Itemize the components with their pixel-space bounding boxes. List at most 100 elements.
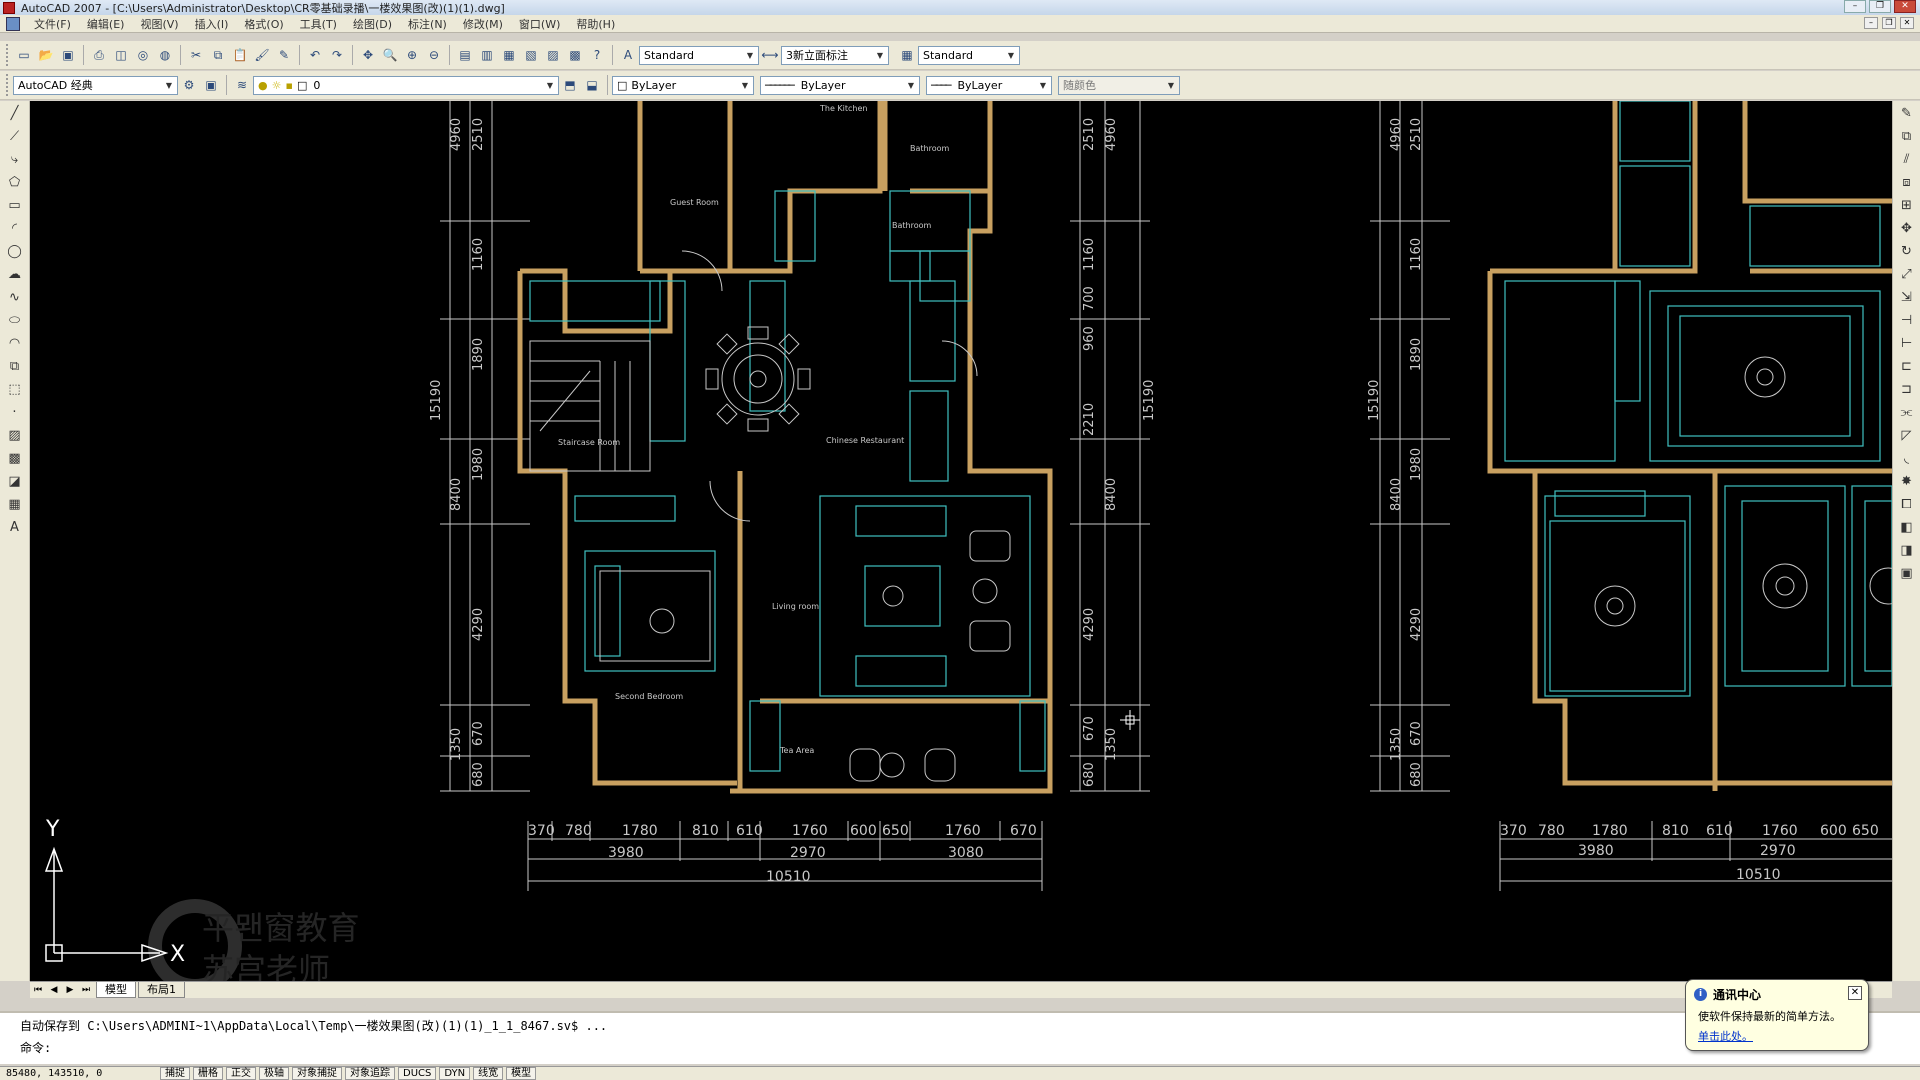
ortho-toggle[interactable]: 正交 [226,1067,256,1080]
multiline-text-icon[interactable]: A [4,517,26,537]
document-icon[interactable] [6,16,20,31]
balloon-link[interactable]: 单击此处。 [1694,1028,1860,1044]
menu-dimension[interactable]: 标注(N) [400,16,455,32]
bring-front-icon[interactable]: ◧ [1896,517,1918,537]
zoom-window-icon[interactable]: ⊕ [402,45,422,65]
paste-icon[interactable]: 📋 [230,45,250,65]
layer-properties-icon[interactable]: ≋ [232,75,252,95]
extend-icon[interactable]: ⊢ [1896,333,1918,353]
pan-icon[interactable]: ✥ [358,45,378,65]
dyn-toggle[interactable]: DYN [439,1067,471,1080]
polyline-icon[interactable]: ⤷ [4,149,26,169]
prev-tab-icon[interactable]: ◀ [46,985,62,995]
lineweight-select[interactable]: ──── ByLayer ▼ [926,75,1052,95]
arc-icon[interactable]: ◜ [4,218,26,238]
copy-icon[interactable]: ⧉ [208,45,228,65]
menu-insert[interactable]: 插入(I) [187,16,237,32]
close-icon[interactable]: ✕ [1848,986,1862,1000]
make-block-icon[interactable]: ⬚ [4,379,26,399]
draw-order-icon[interactable]: ⧠ [1896,494,1918,514]
polar-toggle[interactable]: 极轴 [259,1067,289,1080]
command-window[interactable]: 自动保存到 C:\Users\ADMINI~1\AppData\Local\Te… [0,1011,1920,1064]
break-point-icon[interactable]: ⊏ [1896,356,1918,376]
workspace-settings-icon[interactable]: ⚙ [179,75,199,95]
calculator-icon[interactable]: ▩ [565,45,585,65]
array-icon[interactable]: ⊞ [1896,195,1918,215]
group-icon[interactable]: ▣ [1896,563,1918,583]
rectangle-icon[interactable]: ▭ [4,195,26,215]
tool-palettes-icon[interactable]: ▦ [499,45,519,65]
line-icon[interactable]: ╱ [4,103,26,123]
erase-icon[interactable]: ✎ [1896,103,1918,123]
construction-line-icon[interactable]: ⟋ [4,126,26,146]
plot-icon[interactable]: ⎙ [89,45,109,65]
circle-icon[interactable]: ◯ [4,241,26,261]
tab-model[interactable]: 模型 [96,982,136,998]
zoom-previous-icon[interactable]: ⊖ [424,45,444,65]
menu-format[interactable]: 格式(O) [236,16,291,32]
hatch-icon[interactable]: ▨ [4,425,26,445]
communication-center-balloon[interactable]: i 通讯中心 ✕ 使软件保持最新的简单方法。 单击此处。 [1685,979,1869,1051]
fillet-icon[interactable]: ◟ [1896,448,1918,468]
match-properties-icon[interactable]: 🖌 [252,45,272,65]
dim-style-select[interactable]: 3新立面标注 ▼ [781,45,889,65]
redo-icon[interactable]: ↷ [327,45,347,65]
menu-window[interactable]: 窗口(W) [511,16,568,32]
autocad-app-icon[interactable] [3,1,15,14]
chamfer-icon[interactable]: ◸ [1896,425,1918,445]
insert-block-icon[interactable]: ⧉ [4,356,26,376]
table-style-select[interactable]: Standard ▼ [918,45,1020,65]
properties-icon[interactable]: ▤ [455,45,475,65]
scale-icon[interactable]: ⤢ [1896,264,1918,284]
osnap-toggle[interactable]: 对象捕捉 [292,1067,342,1080]
toolbar-grip[interactable] [6,44,10,66]
doc-minimize-button[interactable]: – [1864,17,1878,29]
menu-edit[interactable]: 编辑(E) [79,16,133,32]
make-current-layer-icon[interactable]: ⬒ [560,75,580,95]
last-tab-icon[interactable]: ⏭ [78,985,94,995]
ellipse-arc-icon[interactable]: ◠ [4,333,26,353]
trim-icon[interactable]: ⊣ [1896,310,1918,330]
mirror-icon[interactable]: ⫽ [1896,149,1918,169]
cut-icon[interactable]: ✂ [186,45,206,65]
model-toggle[interactable]: 模型 [506,1067,537,1080]
menu-tools[interactable]: 工具(T) [292,16,345,32]
menu-draw[interactable]: 绘图(D) [345,16,400,32]
grid-toggle[interactable]: 栅格 [193,1067,223,1080]
join-icon[interactable]: ⫘ [1896,402,1918,422]
zoom-realtime-icon[interactable]: 🔍 [380,45,400,65]
offset-icon[interactable]: ⧈ [1896,172,1918,192]
command-prompt[interactable]: 命令: [20,1038,1920,1060]
send-back-icon[interactable]: ◨ [1896,540,1918,560]
drawing-canvas[interactable]: 平뫤窗教育 苏宫老师 4960 2510 1160 1890 15190 198… [30,101,1892,981]
spline-icon[interactable]: ∿ [4,287,26,307]
doc-restore-button[interactable]: ❐ [1882,17,1896,29]
snap-toggle[interactable]: 捕捉 [160,1067,190,1080]
ducs-toggle[interactable]: DUCS [398,1067,437,1080]
undo-icon[interactable]: ↶ [305,45,325,65]
ellipse-icon[interactable]: ⬭ [4,310,26,330]
otrack-toggle[interactable]: 对象追踪 [345,1067,395,1080]
menu-view[interactable]: 视图(V) [132,16,186,32]
save-workspace-icon[interactable]: ▣ [201,75,221,95]
save-icon[interactable]: ▣ [58,45,78,65]
stretch-icon[interactable]: ⇲ [1896,287,1918,307]
block-editor-icon[interactable]: ✎ [274,45,294,65]
plot-preview-icon[interactable]: ◫ [111,45,131,65]
lineweight-toggle[interactable]: 线宽 [473,1067,504,1080]
close-button[interactable]: ✕ [1894,0,1916,13]
point-icon[interactable]: · [4,402,26,422]
layer-previous-icon[interactable]: ⬓ [582,75,602,95]
text-style-select[interactable]: Standard ▼ [639,45,759,65]
help-icon[interactable]: ? [587,45,607,65]
new-icon[interactable]: ▭ [14,45,34,65]
tab-layout1[interactable]: 布局1 [138,982,185,998]
doc-close-button[interactable]: ✕ [1900,17,1914,29]
color-select[interactable]: □ ByLayer ▼ [612,75,754,95]
publish-icon[interactable]: ◎ [133,45,153,65]
open-icon[interactable]: 📂 [36,45,56,65]
menu-modify[interactable]: 修改(M) [455,16,511,32]
polygon-icon[interactable]: ⬠ [4,172,26,192]
markup-icon[interactable]: ▨ [543,45,563,65]
region-icon[interactable]: ◪ [4,471,26,491]
